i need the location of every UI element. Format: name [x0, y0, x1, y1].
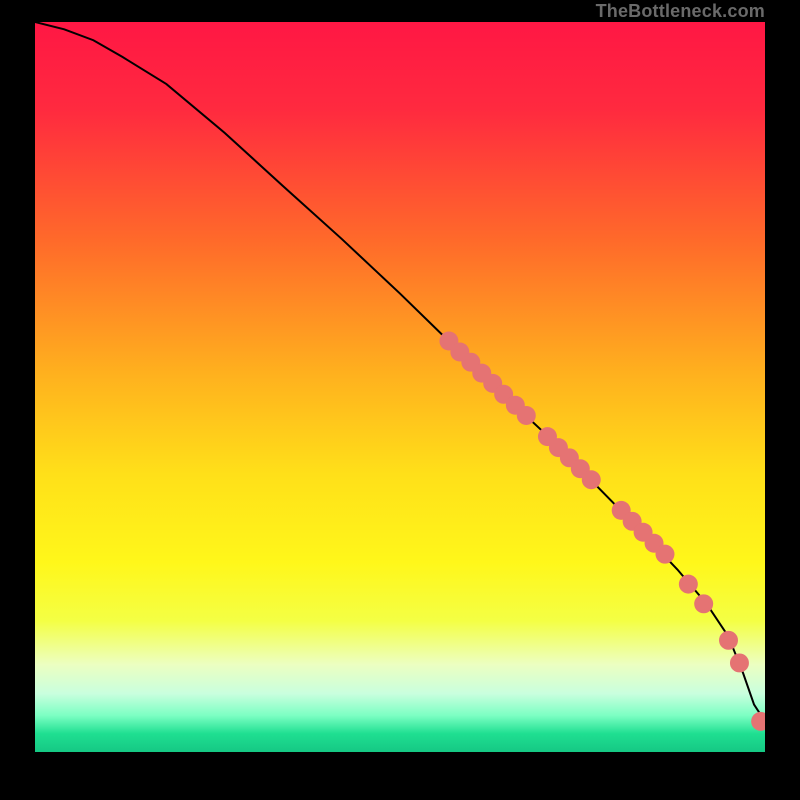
data-marker — [582, 470, 601, 489]
data-marker — [730, 653, 749, 672]
data-markers — [439, 332, 765, 731]
curve-line — [35, 22, 765, 721]
plot-area — [35, 22, 765, 765]
plot-overlay — [35, 22, 765, 752]
chart-stage: TheBottleneck.com — [0, 0, 800, 800]
data-marker — [517, 406, 536, 425]
watermark-text: TheBottleneck.com — [596, 1, 765, 22]
data-marker — [656, 545, 675, 564]
data-marker — [719, 631, 738, 650]
data-marker — [679, 575, 698, 594]
data-marker — [694, 594, 713, 613]
